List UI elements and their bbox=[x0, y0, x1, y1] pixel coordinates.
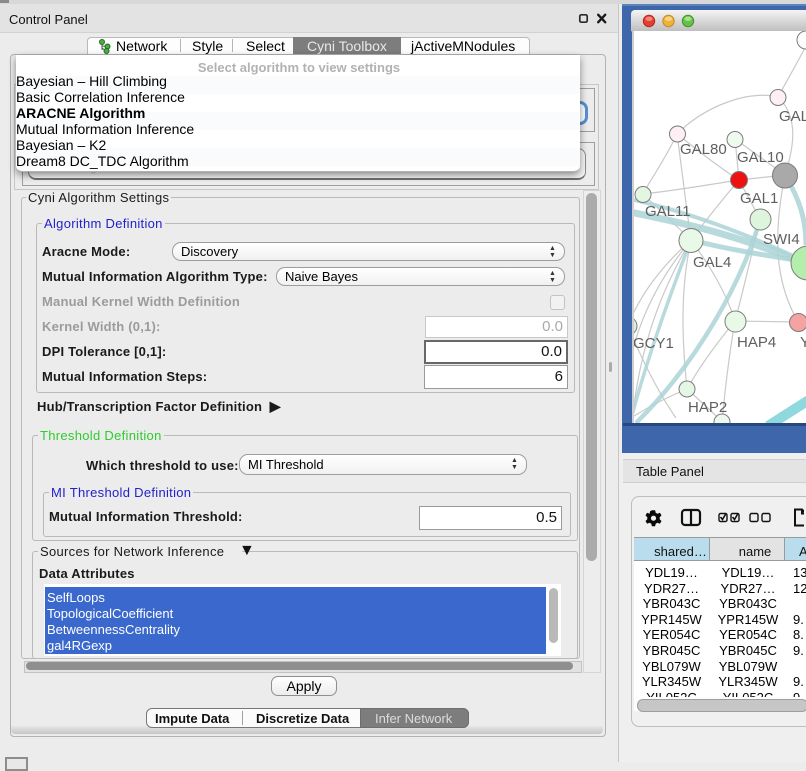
svg-text:HAP2: HAP2 bbox=[688, 399, 727, 416]
svg-text:GAL11: GAL11 bbox=[645, 203, 691, 220]
svg-text:GAL1: GAL1 bbox=[740, 190, 778, 207]
svg-text:GAL4: GAL4 bbox=[693, 254, 731, 271]
svg-text:GAL80: GAL80 bbox=[680, 141, 727, 158]
svg-text:HAP4: HAP4 bbox=[737, 334, 776, 351]
svg-text:SWI4: SWI4 bbox=[763, 231, 800, 248]
svg-text:YE: YE bbox=[800, 334, 806, 351]
svg-text:GCY1: GCY1 bbox=[634, 335, 674, 352]
svg-text:GAL10: GAL10 bbox=[737, 149, 784, 166]
svg-text:GAL2: GAL2 bbox=[779, 108, 806, 125]
